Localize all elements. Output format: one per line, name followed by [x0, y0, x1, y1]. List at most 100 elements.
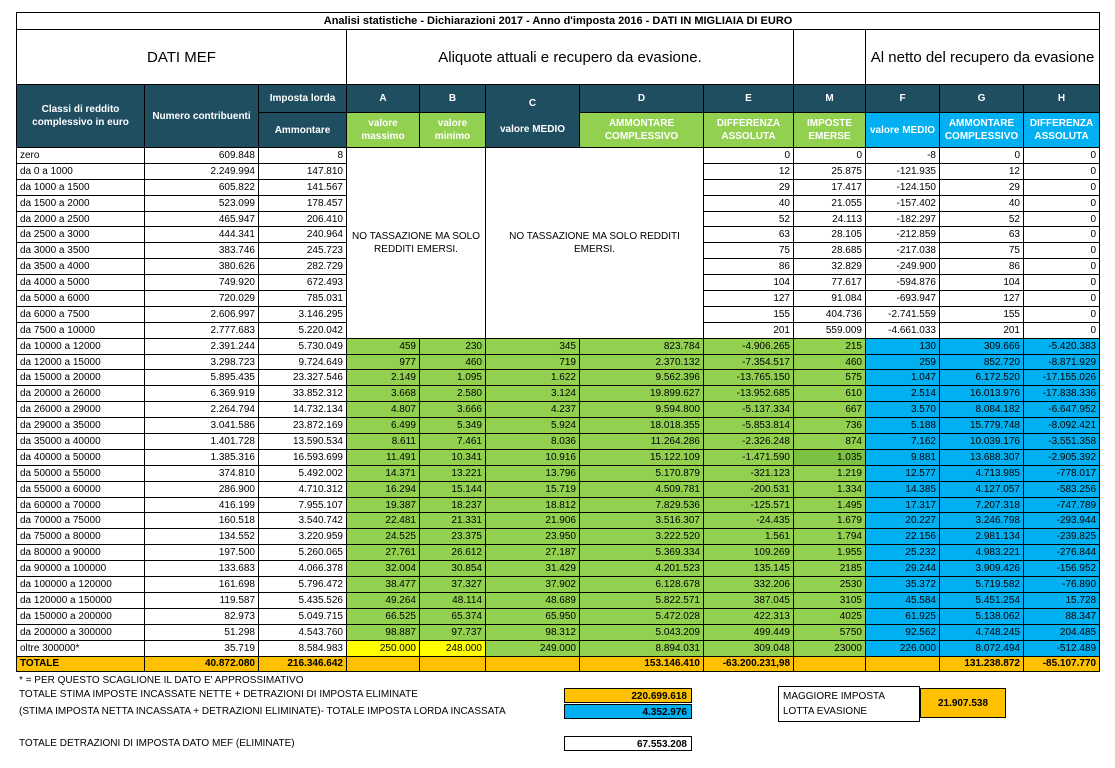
cell-f: 0 — [1022, 226, 1101, 244]
cell-m: 2530 — [793, 576, 866, 593]
cell-f: 20.227 — [865, 512, 940, 530]
cell-classe: da 120000 a 150000 — [16, 591, 145, 609]
cell-numero: 1.401.728 — [144, 433, 259, 450]
total-a — [346, 655, 420, 673]
total-c — [485, 655, 580, 673]
header-classi: Classi di reddito complessivo in euro — [16, 84, 145, 148]
cell-c: 52 — [703, 210, 794, 228]
cell-b: 13.221 — [419, 464, 486, 482]
note-diff: (STIMA IMPOSTA NETTA INCASSATA + DETRAZI… — [19, 706, 506, 717]
header-e: E — [703, 84, 794, 113]
cell-a: 4.807 — [346, 401, 420, 419]
cell-c: 8.036 — [485, 433, 580, 450]
cell-ammontare: 4.066.378 — [258, 560, 347, 578]
cell-d: 5.822.571 — [579, 591, 704, 609]
cell-e: 1.561 — [703, 528, 794, 546]
table-row: da 60000 a 70000 416.199 7.955.107 19.387 18… — [16, 496, 1101, 514]
header-f: F — [865, 84, 940, 113]
cell-a: 8.611 — [346, 433, 420, 450]
cell-c: 40 — [703, 194, 794, 212]
cell-c: 249.000 — [485, 639, 580, 657]
cell-numero: 197.500 — [144, 544, 259, 562]
cell-numero: 605.822 — [144, 178, 259, 196]
cell-ammontare: 7.955.107 — [258, 496, 347, 514]
cell-f: 22.156 — [865, 528, 940, 546]
cell-numero: 51.298 — [144, 623, 259, 641]
cell-ammontare: 5.049.715 — [258, 607, 347, 625]
cell-h: 204.485 — [1022, 623, 1101, 641]
cell-d: 18.018.355 — [579, 417, 704, 435]
cell-ammontare: 8 — [258, 147, 347, 164]
cell-e: -212.859 — [865, 226, 940, 244]
cell-c: 18.812 — [485, 496, 580, 514]
cell-numero: 161.698 — [144, 576, 259, 593]
cell-d: 5.369.334 — [579, 544, 704, 562]
cell-m: 215 — [793, 337, 866, 355]
cell-d: 9.562.396 — [579, 369, 704, 387]
cell-b: 2.580 — [419, 385, 486, 403]
cell-c: 48.689 — [485, 591, 580, 609]
cell-e: 309.048 — [703, 639, 794, 657]
cell-c: 12 — [703, 162, 794, 180]
cell-m: 0 — [939, 147, 1024, 164]
cell-c: 29 — [703, 178, 794, 196]
cell-c: 1.622 — [485, 369, 580, 387]
total-ammontare: 216.346.642 — [258, 655, 347, 673]
table-row: da 70000 a 75000 160.518 3.540.742 22.481 21… — [16, 512, 1101, 530]
cell-c: 719 — [485, 353, 580, 371]
cell-c: 127 — [703, 290, 794, 307]
cell-a: 38.477 — [346, 576, 420, 593]
cell-f: 0 — [1022, 178, 1101, 196]
cell-c: 27.187 — [485, 544, 580, 562]
cell-d: 5.043.209 — [579, 623, 704, 641]
cell-b: 37.327 — [419, 576, 486, 593]
section-spacer — [793, 29, 866, 85]
cell-h: -156.952 — [1022, 560, 1101, 578]
header-ammontare: Ammontare — [258, 112, 347, 148]
cell-m: 104 — [939, 274, 1024, 292]
cell-b: 97.737 — [419, 623, 486, 641]
cell-a: 98.887 — [346, 623, 420, 641]
cell-d: 7.829.536 — [579, 496, 704, 514]
cell-e: -182.297 — [865, 210, 940, 228]
cell-c: 98.312 — [485, 623, 580, 641]
cell-ammontare: 9.724.649 — [258, 353, 347, 371]
cell-f: 7.162 — [865, 433, 940, 450]
cell-d: 4.509.781 — [579, 480, 704, 498]
cell-g: 309.666 — [939, 337, 1024, 355]
cell-f: 92.562 — [865, 623, 940, 641]
cell-classe: da 55000 a 60000 — [16, 480, 145, 498]
cell-numero: 1.385.316 — [144, 448, 259, 466]
cell-g: 8.072.494 — [939, 639, 1024, 657]
cell-e: -2.326.248 — [703, 433, 794, 450]
cell-g: 3.246.798 — [939, 512, 1024, 530]
cell-h: -8.871.929 — [1022, 353, 1101, 371]
cell-d: 24.113 — [793, 210, 866, 228]
cell-c: 75 — [703, 242, 794, 260]
cell-c: 345 — [485, 337, 580, 355]
cell-classe: da 12000 a 15000 — [16, 353, 145, 371]
cell-g: 5.719.582 — [939, 576, 1024, 593]
table-row: zero 609.848 8 NO TASSAZIONE MA SOLO REDDIT… — [16, 147, 1101, 339]
cell-f: 0 — [1022, 274, 1101, 292]
cell-g: 16.013.976 — [939, 385, 1024, 403]
cell-f: 29.244 — [865, 560, 940, 578]
cell-e: -125.571 — [703, 496, 794, 514]
cell-d: 559.009 — [793, 321, 866, 339]
total-d: 153.146.410 — [579, 655, 704, 673]
cell-ammontare: 3.220.959 — [258, 528, 347, 546]
cell-classe: da 75000 a 80000 — [16, 528, 145, 546]
cell-a: 66.525 — [346, 607, 420, 625]
cell-m: 40 — [939, 194, 1024, 212]
cell-e: -2.741.559 — [865, 305, 940, 323]
cell-d: 5.472.028 — [579, 607, 704, 625]
cell-ammontare: 5.435.526 — [258, 591, 347, 609]
cell-classe: da 70000 a 75000 — [16, 512, 145, 530]
cell-f: 45.584 — [865, 591, 940, 609]
note-stima: TOTALE STIMA IMPOSTE INCASSATE NETTE + D… — [19, 689, 418, 700]
cell-e: -5.853.814 — [703, 417, 794, 435]
cell-classe: da 1000 a 1500 — [16, 178, 145, 196]
cell-a: 22.481 — [346, 512, 420, 530]
cell-classe: da 35000 a 40000 — [16, 433, 145, 450]
cell-ammontare: 4.543.760 — [258, 623, 347, 641]
